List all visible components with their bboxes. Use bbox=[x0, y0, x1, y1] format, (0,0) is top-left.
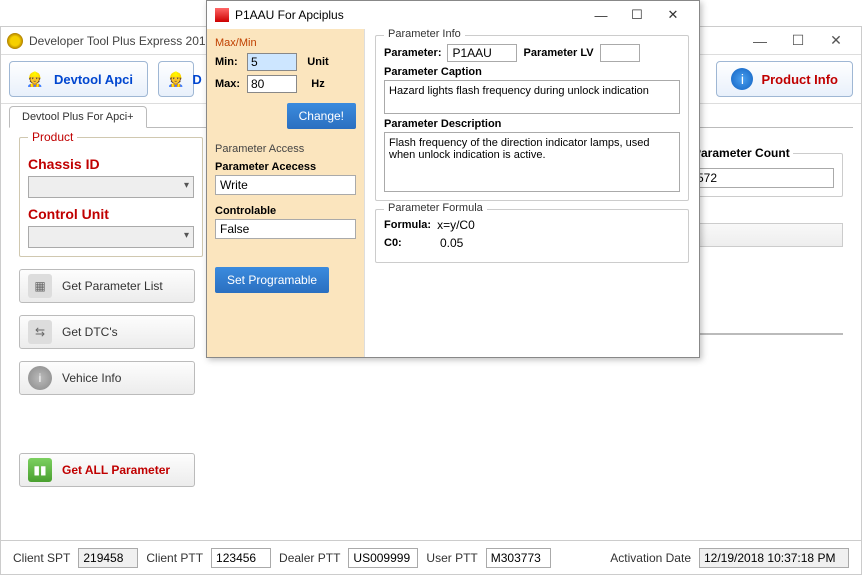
dialog-maximize-button[interactable]: ☐ bbox=[619, 3, 655, 27]
activation-date-label: Activation Date bbox=[610, 551, 691, 565]
parameter-info-legend: Parameter Info bbox=[384, 28, 465, 40]
get-all-parameter-label: Get ALL Parameter bbox=[62, 463, 170, 477]
parameter-info-group: Parameter Info Parameter: Parameter LV P… bbox=[375, 35, 689, 201]
client-ptt-label: Client PTT bbox=[146, 551, 203, 565]
vehicle-info-label: Vehice Info bbox=[62, 371, 121, 385]
bars-icon: ▮▮ bbox=[28, 458, 52, 482]
info-icon: i bbox=[731, 68, 753, 90]
product-info-button[interactable]: i Product Info bbox=[716, 61, 853, 97]
parameter-count-field[interactable] bbox=[692, 168, 834, 188]
change-button[interactable]: Change! bbox=[287, 103, 356, 129]
dealer-ptt-label: Dealer PTT bbox=[279, 551, 340, 565]
parameter-field[interactable] bbox=[447, 44, 517, 62]
arrows-icon: ⇆ bbox=[28, 320, 52, 344]
chassis-id-combo[interactable] bbox=[28, 176, 194, 198]
maxmin-legend: Max/Min bbox=[215, 37, 356, 49]
parameter-description-field[interactable]: Flash frequency of the direction indicat… bbox=[384, 132, 680, 192]
formula-value: x=y/C0 bbox=[437, 218, 475, 232]
devtool-apci-button[interactable]: 👷 Devtool Apci bbox=[9, 61, 148, 97]
parameter-count-group: Parameter Count bbox=[683, 153, 843, 197]
dialog-close-button[interactable]: ✕ bbox=[655, 3, 691, 27]
devtool-d-button[interactable]: 👷 D bbox=[158, 61, 194, 97]
parameter-count-label: Parameter Count bbox=[690, 146, 793, 160]
get-all-parameter-button[interactable]: ▮▮ Get ALL Parameter bbox=[19, 453, 195, 487]
user-ptt-field[interactable] bbox=[486, 548, 551, 568]
tab-devtool-plus[interactable]: Devtool Plus For Apci+ bbox=[9, 106, 147, 128]
dialog-title: P1AAU For Apciplus bbox=[235, 8, 583, 22]
get-dtc-button[interactable]: ⇆ Get DTC's bbox=[19, 315, 195, 349]
control-unit-combo[interactable] bbox=[28, 226, 194, 248]
set-programable-button[interactable]: Set Programable bbox=[215, 267, 329, 293]
formula-label: Formula: bbox=[384, 219, 431, 231]
tan-panel: Max/Min Min: Unit Max: Hz Change! Parame… bbox=[207, 29, 365, 357]
dialog-titlebar[interactable]: P1AAU For Apciplus — ☐ ✕ bbox=[207, 1, 699, 29]
worker-icon: 👷 bbox=[24, 68, 46, 90]
parameter-access-legend: Parameter Access bbox=[215, 143, 356, 155]
client-spt-label: Client SPT bbox=[13, 551, 70, 565]
parameter-caption-field[interactable]: Hazard lights flash frequency during unl… bbox=[384, 80, 680, 114]
parameter-label: Parameter: bbox=[384, 47, 441, 59]
controlable-label: Controlable bbox=[215, 205, 356, 217]
parameter-formula-legend: Parameter Formula bbox=[384, 202, 487, 214]
product-group: Product Chassis ID Control Unit bbox=[19, 137, 203, 257]
parameter-access-label: Parameter Acecess bbox=[215, 161, 356, 173]
activation-date-field bbox=[699, 548, 849, 568]
close-button[interactable]: ✕ bbox=[817, 28, 855, 53]
get-parameter-list-button[interactable]: ▦ Get Parameter List bbox=[19, 269, 195, 303]
c0-label: C0: bbox=[384, 237, 434, 249]
devtool-apci-label: Devtool Apci bbox=[54, 72, 133, 87]
left-column: Product Chassis ID Control Unit ▦ Get Pa… bbox=[19, 137, 203, 487]
control-unit-label: Control Unit bbox=[28, 206, 194, 222]
maximize-button[interactable]: ☐ bbox=[779, 28, 817, 53]
info-icon: i bbox=[28, 366, 52, 390]
worker-icon: 👷 bbox=[167, 68, 184, 90]
dialog-minimize-button[interactable]: — bbox=[583, 4, 619, 27]
status-bar: Client SPT Client PTT Dealer PTT User PT… bbox=[1, 540, 861, 574]
grid-icon: ▦ bbox=[28, 274, 52, 298]
unit-value: Hz bbox=[301, 78, 335, 90]
dialog-icon bbox=[215, 8, 229, 22]
parameter-formula-group: Parameter Formula Formula: x=y/C0 C0: 0.… bbox=[375, 209, 689, 263]
get-parameter-list-label: Get Parameter List bbox=[62, 279, 163, 293]
get-dtc-label: Get DTC's bbox=[62, 325, 118, 339]
parameter-lv-field[interactable] bbox=[600, 44, 640, 62]
devtool-d-label: D bbox=[192, 72, 201, 87]
app-icon bbox=[7, 33, 23, 49]
parameter-description-label: Parameter Description bbox=[384, 118, 680, 130]
c0-value: 0.05 bbox=[440, 236, 463, 250]
parameter-caption-label: Parameter Caption bbox=[384, 66, 680, 78]
chassis-id-label: Chassis ID bbox=[28, 156, 194, 172]
max-field[interactable] bbox=[247, 75, 297, 93]
min-label: Min: bbox=[215, 56, 243, 68]
dealer-ptt-field[interactable] bbox=[348, 548, 418, 568]
min-field[interactable] bbox=[247, 53, 297, 71]
parameter-lv-label: Parameter LV bbox=[523, 47, 593, 59]
parameter-access-field[interactable] bbox=[215, 175, 356, 195]
client-ptt-field[interactable] bbox=[211, 548, 271, 568]
product-info-label: Product Info bbox=[761, 72, 838, 87]
user-ptt-label: User PTT bbox=[426, 551, 477, 565]
controlable-field[interactable] bbox=[215, 219, 356, 239]
product-legend: Product bbox=[28, 130, 77, 144]
minimize-button[interactable]: — bbox=[741, 29, 779, 53]
info-panel: Parameter Info Parameter: Parameter LV P… bbox=[365, 29, 699, 357]
client-spt-field bbox=[78, 548, 138, 568]
parameter-dialog: P1AAU For Apciplus — ☐ ✕ Max/Min Min: Un… bbox=[206, 0, 700, 358]
vehicle-info-button[interactable]: i Vehice Info bbox=[19, 361, 195, 395]
max-label: Max: bbox=[215, 78, 243, 90]
unit-header: Unit bbox=[301, 56, 335, 68]
